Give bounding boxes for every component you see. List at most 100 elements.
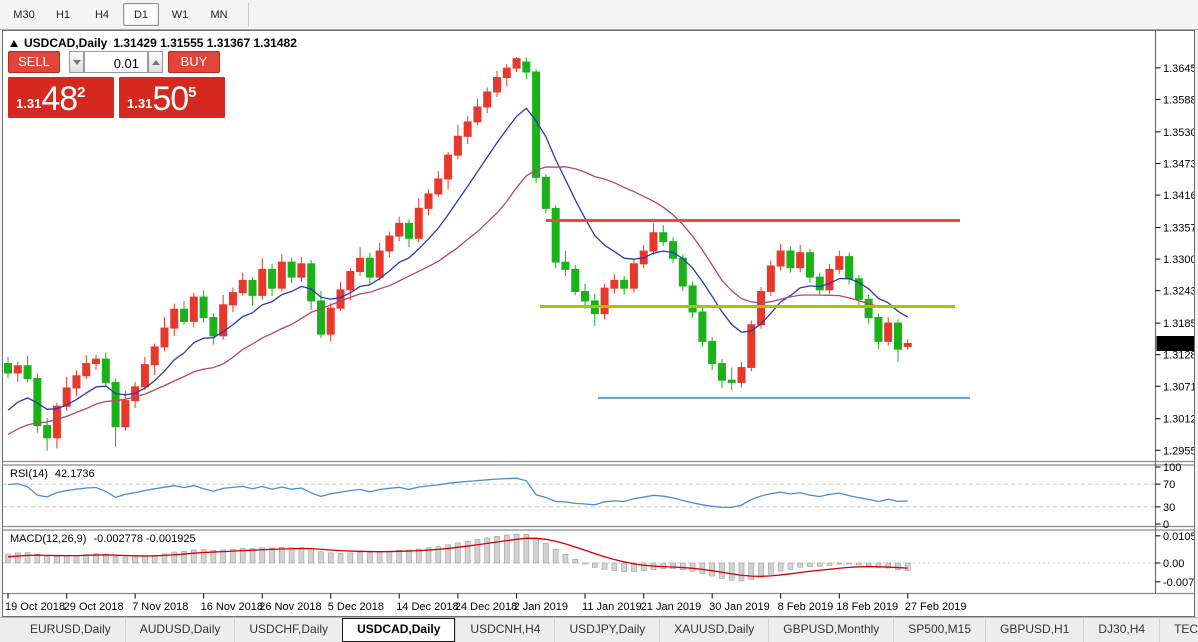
volume-increase-button[interactable] bbox=[148, 51, 163, 73]
price-axis-label: 1.30710 bbox=[1163, 381, 1194, 393]
candle-body bbox=[582, 292, 589, 301]
candle-body bbox=[24, 366, 31, 379]
candle-body bbox=[259, 269, 266, 295]
tab-dj30-h4[interactable]: DJ30,H4 bbox=[1083, 618, 1159, 642]
symbol-tab-bar: EURUSD,Daily AUDUSD,Daily USDCHF,Daily U… bbox=[0, 617, 1198, 642]
macd-histogram-bar bbox=[543, 543, 548, 563]
price-axis-label: 1.32435 bbox=[1163, 286, 1194, 298]
tab-eurusd-daily[interactable]: EURUSD,Daily bbox=[16, 618, 125, 642]
macd-histogram-bar bbox=[142, 556, 147, 563]
macd-histogram-bar bbox=[788, 563, 793, 569]
candle-body bbox=[112, 382, 119, 426]
timeframe-button-mn[interactable]: MN bbox=[201, 3, 237, 26]
tab-usdcnh-h4[interactable]: USDCNH,H4 bbox=[455, 618, 554, 642]
macd-histogram-bar bbox=[465, 541, 470, 563]
candle-body bbox=[474, 107, 481, 122]
tab-usdcad-daily[interactable]: USDCAD,Daily bbox=[342, 618, 455, 642]
macd-histogram-bar bbox=[446, 545, 451, 563]
macd-histogram-bar bbox=[768, 563, 773, 574]
tab-gbpusd-h1[interactable]: GBPUSD,H1 bbox=[985, 618, 1083, 642]
tab-tech100-h1[interactable]: TECH100,H1 bbox=[1159, 618, 1198, 642]
candle-body bbox=[53, 406, 60, 438]
trading-terminal: M30 H1 H4 D1 W1 MN 1.364551.358851.35300… bbox=[0, 0, 1198, 642]
tab-usdchf-daily[interactable]: USDCHF,Daily bbox=[234, 618, 342, 642]
candle-body bbox=[93, 359, 100, 363]
timeframe-button-m30[interactable]: M30 bbox=[6, 3, 42, 26]
candle-body bbox=[904, 343, 911, 346]
buy-button[interactable]: BUY bbox=[168, 51, 220, 73]
macd-histogram-bar bbox=[895, 563, 900, 570]
macd-histogram-bar bbox=[827, 563, 832, 565]
macd-histogram-bar bbox=[289, 548, 294, 563]
macd-histogram-bar bbox=[837, 563, 842, 564]
tab-audusd-daily[interactable]: AUDUSD,Daily bbox=[125, 618, 235, 642]
macd-histogram-bar bbox=[377, 552, 382, 563]
date-axis-label: 26 Nov 2018 bbox=[259, 601, 321, 613]
candle-body bbox=[846, 257, 853, 279]
macd-axis-label: -0.0073 bbox=[1163, 577, 1194, 589]
candle-body bbox=[523, 62, 530, 72]
chart-canvas[interactable]: 1.364551.358851.353001.347301.341601.335… bbox=[3, 31, 1194, 616]
timeframe-button-h1[interactable]: H1 bbox=[45, 3, 81, 26]
candle-body bbox=[875, 318, 882, 342]
candle-body bbox=[611, 280, 618, 288]
date-axis-label: 2 Jan 2019 bbox=[514, 601, 568, 613]
macd-histogram-bar bbox=[739, 563, 744, 581]
tab-gbpusd-monthly[interactable]: GBPUSD,Monthly bbox=[768, 618, 893, 642]
macd-histogram-bar bbox=[847, 563, 852, 564]
ask-price-display[interactable]: 1.31505 bbox=[119, 77, 225, 118]
macd-histogram-bar bbox=[749, 563, 754, 580]
date-axis-label: 21 Jan 2019 bbox=[641, 601, 702, 613]
ask-price-prefix: 1.31 bbox=[127, 96, 152, 111]
candle-body bbox=[816, 277, 823, 290]
candle-body bbox=[151, 347, 158, 365]
volume-decrease-button[interactable] bbox=[69, 51, 84, 73]
candle-body bbox=[44, 426, 51, 438]
one-click-trade-panel: SELL BUY 1.31482 1.31505 bbox=[8, 51, 228, 118]
tab-usdjpy-daily[interactable]: USDJPY,Daily bbox=[554, 618, 659, 642]
volume-input[interactable] bbox=[84, 51, 148, 73]
macd-axis-label: 0.00 bbox=[1163, 558, 1184, 570]
date-axis-label: 5 Dec 2018 bbox=[328, 601, 384, 613]
current-price-badge-text: 1.31482 bbox=[1160, 338, 1194, 350]
macd-axis-label: 0.010525 bbox=[1163, 531, 1194, 543]
collapse-quote-panel-icon[interactable] bbox=[10, 40, 18, 47]
macd-histogram-bar bbox=[201, 550, 206, 563]
tab-xauusd-daily[interactable]: XAUUSD,Daily bbox=[659, 618, 768, 642]
macd-histogram-bar bbox=[6, 554, 11, 563]
candle-body bbox=[513, 59, 520, 68]
candle-body bbox=[738, 367, 745, 382]
candle-body bbox=[239, 280, 246, 292]
macd-histogram-bar bbox=[534, 538, 539, 563]
chart-symbol-label: USDCAD,Daily bbox=[24, 36, 107, 50]
macd-histogram-bar bbox=[54, 556, 59, 563]
candle-body bbox=[171, 309, 178, 328]
candle-body bbox=[679, 258, 686, 286]
price-axis-label: 1.31280 bbox=[1163, 350, 1194, 362]
tab-sp500-m15[interactable]: SP500,M15 bbox=[893, 618, 985, 642]
macd-histogram-bar bbox=[338, 553, 343, 563]
timeframe-button-d1[interactable]: D1 bbox=[123, 3, 159, 26]
candle-body bbox=[181, 309, 188, 321]
macd-histogram-bar bbox=[45, 556, 50, 563]
rsi-axis-label: 70 bbox=[1163, 479, 1175, 491]
macd-histogram-bar bbox=[612, 563, 617, 570]
candle-body bbox=[894, 323, 901, 349]
macd-histogram-bar bbox=[905, 563, 910, 570]
candle-body bbox=[709, 341, 716, 363]
macd-histogram-bar bbox=[729, 563, 734, 580]
timeframe-button-h4[interactable]: H4 bbox=[84, 3, 120, 26]
price-axis-label: 1.33005 bbox=[1163, 254, 1194, 266]
candle-body bbox=[366, 258, 373, 277]
macd-histogram-bar bbox=[563, 554, 568, 563]
sell-button[interactable]: SELL bbox=[8, 51, 60, 73]
candle-body bbox=[797, 253, 804, 268]
candle-body bbox=[269, 269, 276, 288]
bid-price-display[interactable]: 1.31482 bbox=[8, 77, 114, 118]
macd-histogram-bar bbox=[358, 552, 363, 563]
timeframe-button-w1[interactable]: W1 bbox=[162, 3, 198, 26]
macd-histogram-bar bbox=[133, 557, 138, 563]
date-axis-label: 30 Jan 2019 bbox=[709, 601, 770, 613]
candle-body bbox=[660, 233, 667, 242]
candle-body bbox=[650, 233, 657, 251]
